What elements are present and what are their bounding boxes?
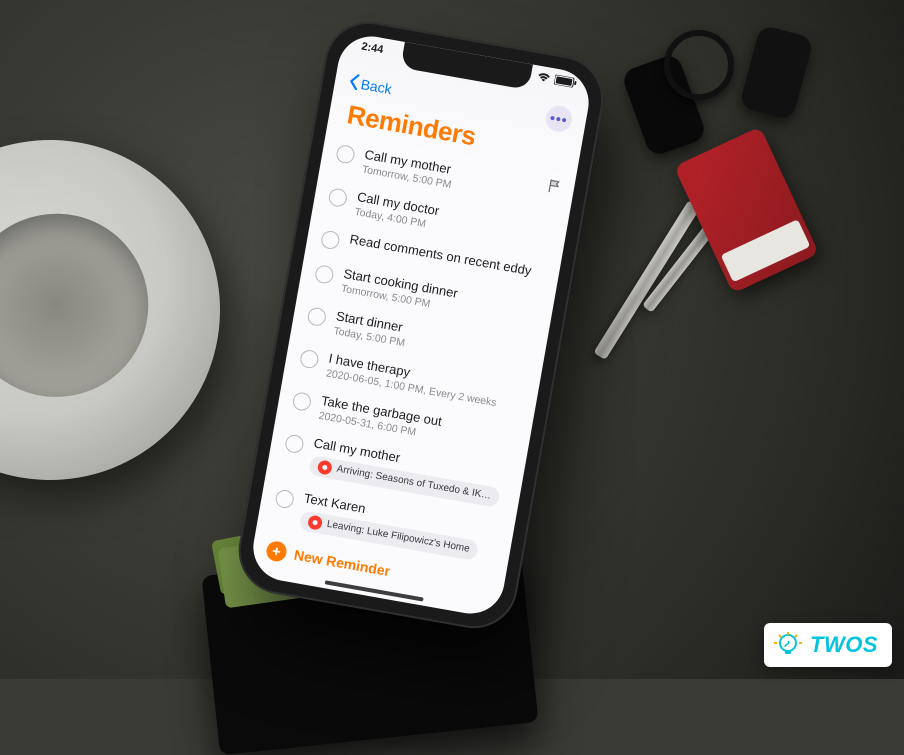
back-button[interactable]: Back — [347, 72, 393, 98]
battery-icon — [553, 75, 577, 92]
complete-toggle[interactable] — [335, 144, 356, 165]
complete-toggle[interactable] — [274, 488, 295, 509]
more-button[interactable]: ••• — [544, 104, 574, 134]
lightbulb-icon — [774, 631, 802, 659]
complete-toggle[interactable] — [292, 391, 313, 412]
location-dot-icon — [317, 459, 333, 475]
wifi-icon — [536, 71, 552, 86]
back-label: Back — [360, 76, 393, 97]
location-dot-icon — [307, 514, 323, 530]
home-indicator[interactable] — [325, 580, 424, 601]
complete-toggle[interactable] — [327, 187, 348, 208]
flag-icon — [547, 179, 561, 197]
chevron-left-icon — [347, 72, 360, 92]
complete-toggle[interactable] — [284, 433, 305, 454]
watermark-text: TWOS — [810, 632, 878, 658]
complete-toggle[interactable] — [299, 349, 320, 370]
keys-prop — [564, 0, 864, 300]
reminders-list[interactable]: Call my mother Tomorrow, 5:00 PM Call my… — [257, 134, 576, 570]
complete-toggle[interactable] — [306, 306, 327, 327]
complete-toggle[interactable] — [320, 229, 341, 250]
plus-circle-icon: + — [265, 540, 288, 563]
watermark-badge: TWOS — [764, 623, 892, 667]
ellipsis-icon: ••• — [549, 109, 569, 128]
status-time: 2:44 — [360, 41, 384, 57]
complete-toggle[interactable] — [314, 264, 335, 285]
